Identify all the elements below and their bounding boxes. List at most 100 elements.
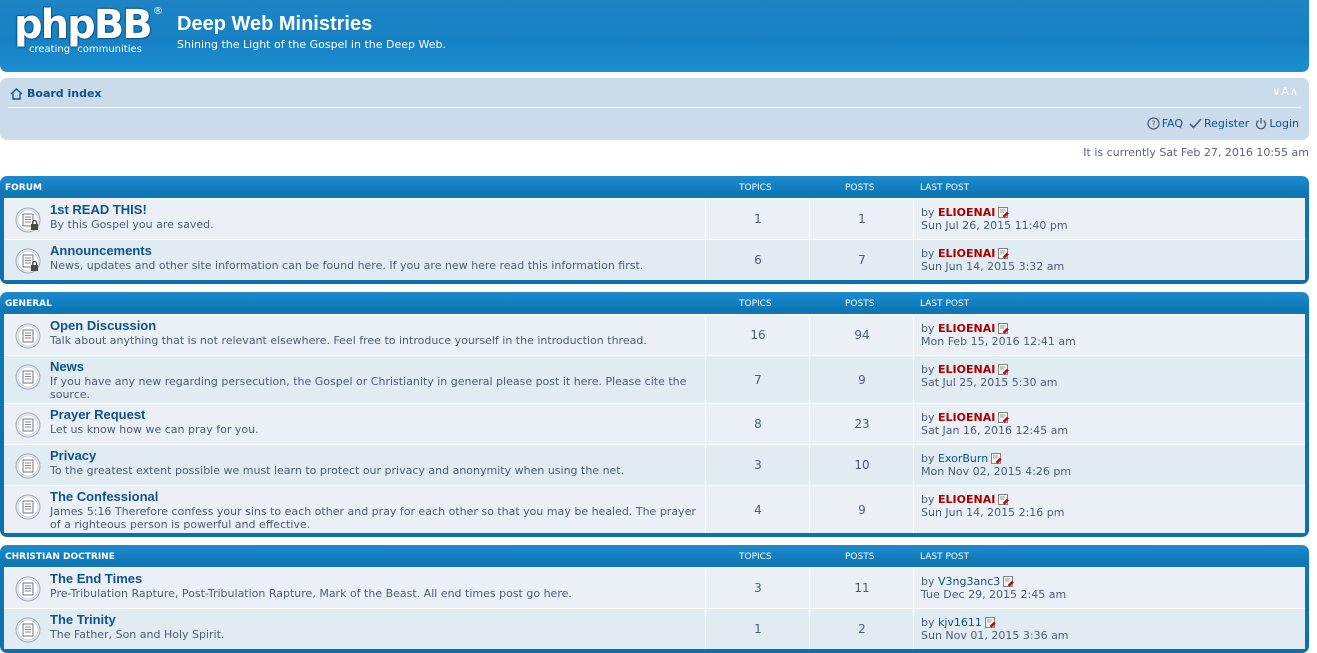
view-latest-post-icon[interactable] xyxy=(991,453,1002,464)
forum-description: Talk about anything that is not relevant… xyxy=(50,334,647,347)
topic-count: 7 xyxy=(705,356,810,403)
forum-read-icon xyxy=(15,494,41,520)
faq-label: FAQ xyxy=(1161,117,1184,130)
forum-description: Let us know how we can pray for you. xyxy=(50,423,259,436)
last-post-cell: by ELIOENAI Sat Jan 16, 2016 12:45 am xyxy=(913,404,1301,444)
login-label: Login xyxy=(1269,117,1299,130)
category-footer xyxy=(0,280,1309,284)
forum-row: The Trinity The Father, Son and Holy Spir… xyxy=(4,608,1305,649)
topic-count: 6 xyxy=(705,240,810,280)
view-latest-post-icon[interactable] xyxy=(998,364,1010,375)
forum-name-link[interactable]: Privacy xyxy=(50,448,96,463)
view-latest-post-icon[interactable] xyxy=(1003,576,1015,587)
forum-name-link[interactable]: The End Times xyxy=(50,571,142,586)
forum-row: 1st READ THIS! By this Gospel you are sav… xyxy=(4,198,1305,239)
register-icon xyxy=(1189,118,1202,129)
last-post-date: Sun Jun 14, 2015 3:32 am xyxy=(921,260,1065,273)
question-icon: ? xyxy=(1147,117,1160,130)
topic-count: 3 xyxy=(705,445,810,485)
font-size-toggle[interactable]: ∨A∧ xyxy=(1272,85,1299,98)
topic-count: 1 xyxy=(705,199,810,239)
view-latest-post-icon[interactable] xyxy=(998,494,1010,505)
topics-column-header: Topics xyxy=(739,552,772,562)
topic-count: 16 xyxy=(705,315,810,355)
forum-row: The End Times Pre-Tribulation Rapture, Po… xyxy=(4,567,1305,608)
forum-read-icon xyxy=(15,364,41,390)
category-title[interactable]: General xyxy=(5,299,52,309)
home-icon xyxy=(10,87,23,100)
last-post-username[interactable]: ELIOENAI xyxy=(938,493,995,506)
posts-column-header: Posts xyxy=(845,552,875,562)
view-latest-post-icon[interactable] xyxy=(998,323,1010,334)
last-post-date: Mon Nov 02, 2015 4:26 pm xyxy=(921,465,1072,478)
forum-name-link[interactable]: 1st READ THIS! xyxy=(50,202,147,217)
last-post-username[interactable]: ELIOENAI xyxy=(938,247,995,260)
posts-column-header: Posts xyxy=(845,183,875,193)
forum-read-icon xyxy=(15,617,41,643)
forum-name-link[interactable]: Prayer Request xyxy=(50,407,145,422)
forum-read-icon xyxy=(15,453,41,479)
last-post-author: by ELIOENAI xyxy=(921,247,1010,260)
view-latest-post-icon[interactable] xyxy=(985,617,996,628)
forum-category: Forum Topics Posts Last post 1st READ THIS! B… xyxy=(0,176,1309,284)
last-post-username[interactable]: ELIOENAI xyxy=(938,411,995,424)
board-index-link[interactable]: Board index xyxy=(10,87,102,100)
last-post-cell: by ELIOENAI Sun Jun 14, 2015 2:16 pm xyxy=(913,486,1301,533)
by-label: by xyxy=(921,452,935,465)
logo-wordmark: phpBB xyxy=(14,2,153,48)
post-count: 11 xyxy=(809,568,914,608)
topics-column-header: Topics xyxy=(739,183,772,193)
last-post-username[interactable]: ELIOENAI xyxy=(938,322,995,335)
last-post-username[interactable]: ELIOENAI xyxy=(938,363,995,376)
forum-read-icon xyxy=(15,576,41,602)
last-post-author: by ELIOENAI xyxy=(921,493,1010,506)
post-count: 7 xyxy=(809,240,914,280)
topic-count: 8 xyxy=(705,404,810,444)
topics-column-header: Topics xyxy=(739,299,772,309)
faq-link[interactable]: ? FAQ xyxy=(1147,117,1183,130)
register-label: Register xyxy=(1204,117,1250,130)
forum-row: Prayer Request Let us know how we can pra… xyxy=(4,403,1305,444)
by-label: by xyxy=(921,575,935,588)
post-count: 23 xyxy=(809,404,914,444)
forum-name-link[interactable]: Open Discussion xyxy=(50,318,156,333)
forum-read-icon xyxy=(15,248,41,274)
forum-name-link[interactable]: News xyxy=(50,359,84,374)
forum-description: If you have any new regarding persecutio… xyxy=(50,375,687,401)
view-latest-post-icon[interactable] xyxy=(998,248,1010,259)
post-count: 9 xyxy=(809,486,914,533)
view-latest-post-icon[interactable] xyxy=(998,412,1010,423)
site-title[interactable]: Deep Web Ministries xyxy=(177,13,372,36)
last-post-cell: by V3ng3anc3 Tue Dec 29, 2015 2:45 am xyxy=(913,568,1301,608)
category-title[interactable]: Christian Doctrine xyxy=(5,552,115,562)
last-post-column-header: Last post xyxy=(920,552,970,562)
register-link[interactable]: Register xyxy=(1189,117,1249,130)
forum-name-link[interactable]: The Trinity xyxy=(50,612,116,627)
last-post-column-header: Last post xyxy=(920,299,970,309)
last-post-username[interactable]: kjv1611 xyxy=(938,616,982,629)
last-post-username[interactable]: ELIOENAI xyxy=(938,206,995,219)
forum-name-link[interactable]: Announcements xyxy=(50,243,152,258)
power-icon xyxy=(1256,118,1267,130)
last-post-author: by ELIOENAI xyxy=(921,363,1010,376)
phpbb-logo[interactable]: phpBB ® creating communities xyxy=(12,2,164,60)
by-label: by xyxy=(921,493,935,506)
topic-count: 4 xyxy=(705,486,810,533)
forum-description: The Father, Son and Holy Spirit. xyxy=(50,628,225,641)
site-header: phpBB ® creating communities Deep Web Mi… xyxy=(0,0,1309,72)
board-index-label: Board index xyxy=(27,87,102,100)
forum-row: The Confessional James 5:16 Therefore con… xyxy=(4,485,1305,533)
by-label: by xyxy=(921,616,935,629)
topic-count: 3 xyxy=(705,568,810,608)
view-latest-post-icon[interactable] xyxy=(998,207,1010,218)
forum-read-icon xyxy=(15,323,41,349)
forum-name-link[interactable]: The Confessional xyxy=(50,489,158,504)
category-header: General Topics Posts Last post xyxy=(0,292,1309,314)
category-title[interactable]: Forum xyxy=(5,183,42,193)
last-post-username[interactable]: ExorBurn xyxy=(938,452,988,465)
navbar: Board index ∨A∧ ? FAQ Register Login xyxy=(0,78,1309,140)
last-post-cell: by ELIOENAI Mon Feb 15, 2016 12:41 am xyxy=(913,315,1301,355)
login-link[interactable]: Login xyxy=(1255,117,1299,130)
forum-description: James 5:16 Therefore confess your sins t… xyxy=(50,505,696,531)
last-post-username[interactable]: V3ng3anc3 xyxy=(938,575,1000,588)
